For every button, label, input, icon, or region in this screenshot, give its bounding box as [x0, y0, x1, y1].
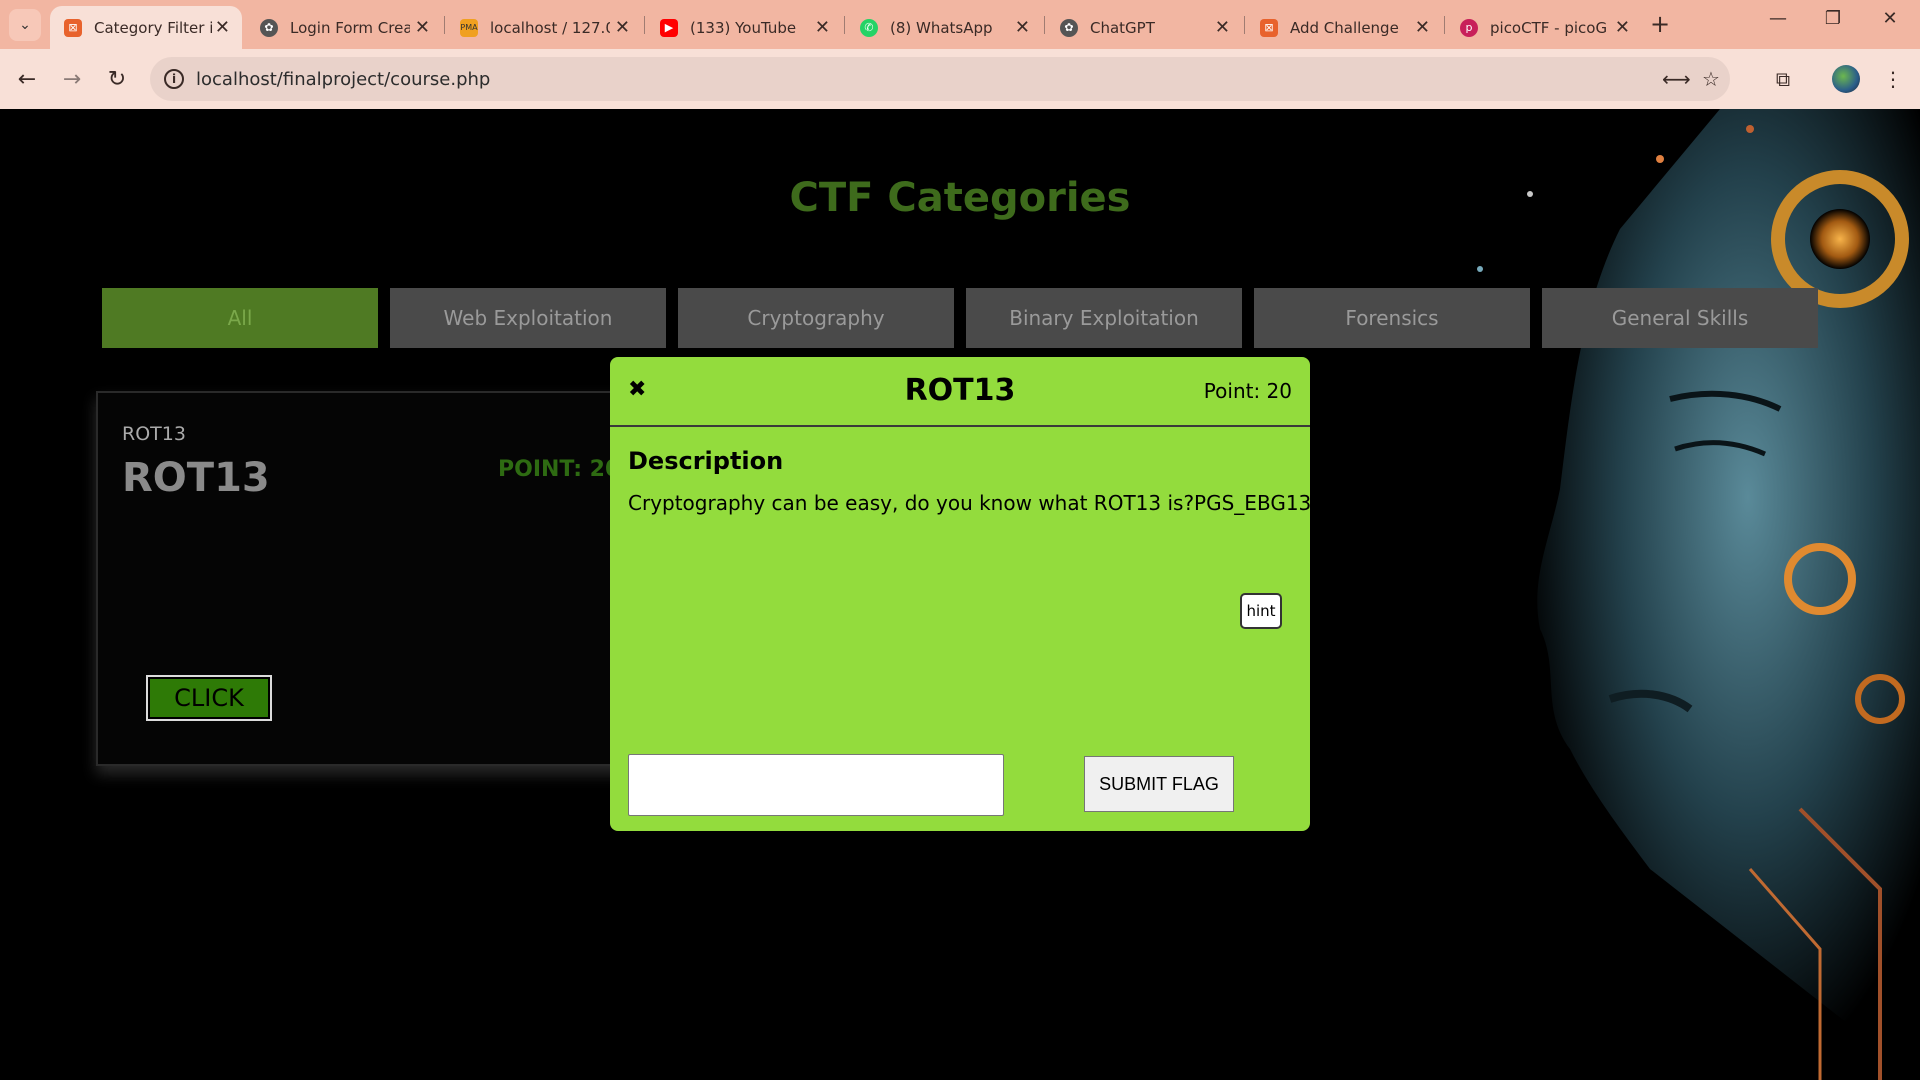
description-heading: Description [628, 447, 784, 475]
hint-button[interactable]: hint [1240, 593, 1282, 629]
picoctf-icon: p [1460, 18, 1478, 37]
tab-label: Add Challenge [1290, 18, 1399, 37]
category-button-general-skills[interactable]: General Skills [1542, 288, 1818, 348]
chatgpt-icon: ✿ [1060, 18, 1078, 37]
tab-search-icon[interactable]: ⌄ [9, 9, 41, 41]
tab-separator [1044, 16, 1045, 34]
tab-youtube[interactable]: ▶ (133) YouTube ✕ [646, 6, 842, 49]
tab-label: (8) WhatsApp [890, 18, 993, 37]
category-button-binary-exploitation[interactable]: Binary Exploitation [966, 288, 1242, 348]
close-icon[interactable]: ✕ [1615, 17, 1630, 38]
sparkle-dot [1746, 125, 1754, 133]
tab-label: (133) YouTube [690, 18, 797, 37]
flag-input[interactable] [628, 754, 1004, 816]
tab-separator [1244, 16, 1245, 34]
tab-picoctf[interactable]: p picoCTF - picoG ✕ [1446, 6, 1642, 49]
tab-label: localhost / 127.0 [490, 18, 610, 37]
translate-icon[interactable]: ⟷ [1662, 67, 1691, 91]
challenge-modal: ✖ ROT13 Point: 20 Description Cryptograp… [610, 357, 1312, 831]
chatgpt-icon: ✿ [260, 18, 278, 37]
card-title: ROT13 [122, 455, 270, 501]
bookmark-star-icon[interactable]: ☆ [1702, 67, 1720, 91]
page-content: CTF Categories All Web Exploitation Cryp… [0, 109, 1920, 1080]
window-close-icon[interactable]: ✕ [1870, 8, 1910, 29]
sparkle-dot [1477, 266, 1483, 272]
xampp-icon: ⊠ [64, 18, 82, 37]
close-icon[interactable]: ✕ [215, 17, 230, 38]
modal-header: ✖ ROT13 Point: 20 [610, 357, 1310, 427]
card-points: POINT: 20 [498, 457, 621, 482]
tab-separator [844, 16, 845, 34]
robot-woman-background-image [1477, 109, 1920, 1080]
address-bar[interactable]: i localhost/finalproject/course.php ⟷ ☆ [150, 57, 1730, 101]
youtube-icon: ▶ [660, 18, 678, 37]
card-click-button[interactable]: CLICK [146, 675, 272, 721]
whatsapp-icon: ✆ [860, 18, 878, 37]
tab-add-challenge[interactable]: ⊠ Add Challenge ✕ [1246, 6, 1442, 49]
close-icon[interactable]: ✕ [815, 17, 830, 38]
submit-flag-button[interactable]: SUBMIT FLAG [1084, 756, 1234, 812]
restore-icon[interactable]: ❐ [1813, 8, 1853, 29]
category-button-forensics[interactable]: Forensics [1254, 288, 1530, 348]
tab-label: Category Filter in [94, 18, 214, 37]
extensions-icon[interactable]: ⧉ [1766, 62, 1800, 96]
modal-points: Point: 20 [1203, 379, 1292, 403]
close-icon[interactable]: ✕ [615, 17, 630, 38]
close-icon[interactable]: ✕ [1415, 17, 1430, 38]
tab-label: Login Form Crea [290, 18, 410, 37]
tab-phpmyadmin[interactable]: PMA localhost / 127.0 ✕ [446, 6, 642, 49]
tab-separator [644, 16, 645, 34]
browser-toolbar: ← → ↻ i localhost/finalproject/course.ph… [0, 49, 1920, 109]
card-category-label: ROT13 [122, 423, 186, 445]
sparkle-dot [1656, 155, 1664, 163]
site-info-icon[interactable]: i [164, 69, 184, 89]
tab-whatsapp[interactable]: ✆ (8) WhatsApp ✕ [846, 6, 1042, 49]
close-icon[interactable]: ✕ [1215, 17, 1230, 38]
reload-icon[interactable]: ↻ [100, 62, 134, 96]
category-button-web-exploitation[interactable]: Web Exploitation [390, 288, 666, 348]
tab-separator [444, 16, 445, 34]
tab-label: ChatGPT [1090, 18, 1155, 37]
page-title: CTF Categories [789, 175, 1131, 221]
tab-separator [1444, 16, 1445, 34]
minimize-icon[interactable]: — [1758, 8, 1798, 29]
category-button-all[interactable]: All [102, 288, 378, 348]
tab-login-form[interactable]: ✿ Login Form Crea ✕ [246, 6, 442, 49]
tab-category-filter[interactable]: ⊠ Category Filter in ✕ [50, 6, 242, 49]
tab-chatgpt[interactable]: ✿ ChatGPT ✕ [1046, 6, 1242, 49]
tab-label: picoCTF - picoG [1490, 18, 1608, 37]
forward-icon[interactable]: → [55, 62, 89, 96]
description-text: Cryptography can be easy, do you know wh… [628, 491, 1312, 515]
close-icon[interactable]: ✕ [1015, 17, 1030, 38]
url-text[interactable]: localhost/finalproject/course.php [196, 69, 490, 90]
back-icon[interactable]: ← [10, 62, 44, 96]
avatar[interactable] [1832, 65, 1860, 93]
xampp-icon: ⊠ [1260, 18, 1278, 37]
category-button-cryptography[interactable]: Cryptography [678, 288, 954, 348]
challenge-card: ROT13 ROT13 POINT: 20 CLICK [96, 391, 636, 766]
close-icon[interactable]: ✕ [415, 17, 430, 38]
browser-tabstrip: ⌄ ⊠ Category Filter in ✕ ✿ Login Form Cr… [0, 0, 1920, 49]
new-tab-icon[interactable]: + [1650, 10, 1670, 38]
menu-kebab-icon[interactable]: ⋮ [1876, 62, 1910, 96]
phpmyadmin-icon: PMA [460, 18, 478, 37]
